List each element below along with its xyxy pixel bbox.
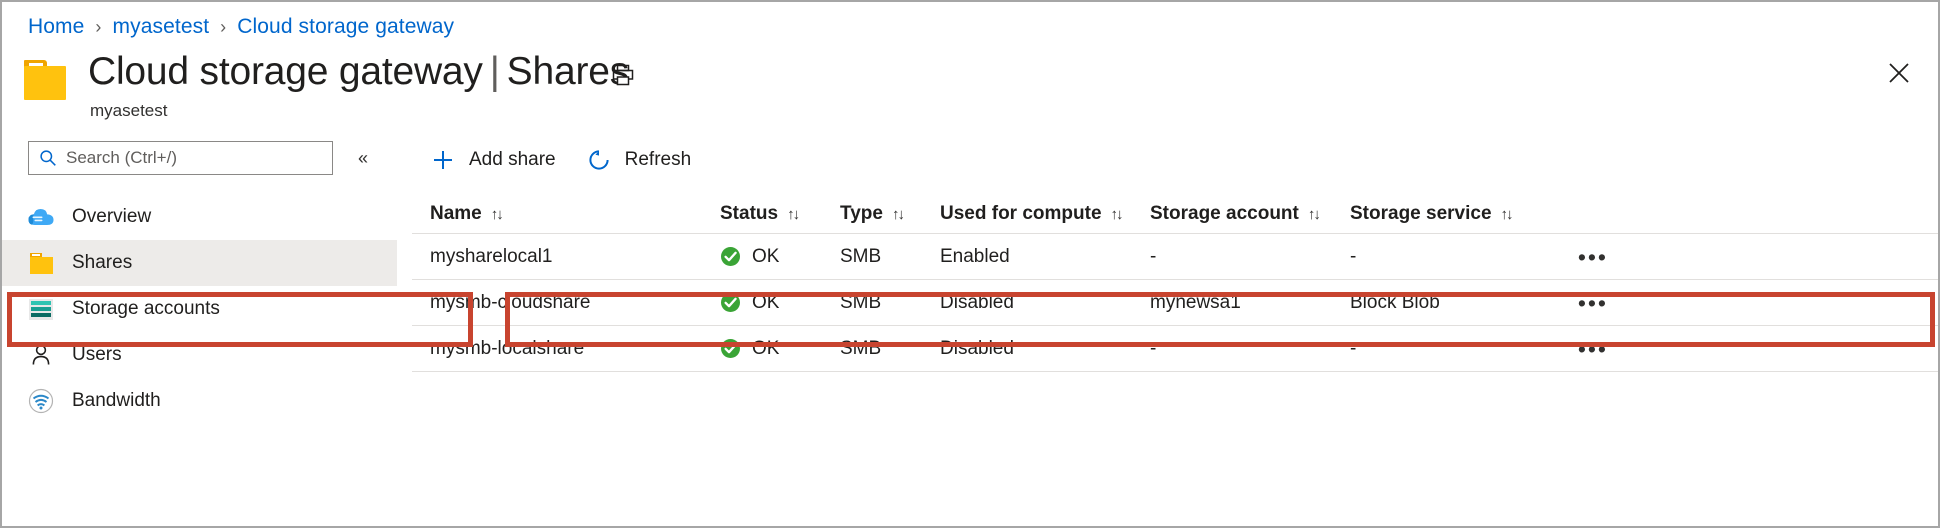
ellipsis-icon[interactable]: •••: [1578, 344, 1608, 354]
sidebar-item-storage-accounts[interactable]: Storage accounts: [2, 286, 397, 332]
bandwidth-icon: [28, 388, 54, 414]
sidebar-nav-list: Overview Shares Storage accounts: [2, 194, 397, 424]
folder-icon: [28, 250, 54, 276]
search-placeholder: Search (Ctrl+/): [66, 148, 177, 168]
sidebar-search-row: Search (Ctrl+/) «: [28, 141, 376, 175]
column-header-status[interactable]: Status ↑↓: [720, 203, 840, 225]
azure-portal-shares-blade: Home › myasetest › Cloud storage gateway…: [0, 0, 1940, 528]
shares-table: Name ↑↓ Status ↑↓ Type ↑↓ Used for compu…: [412, 188, 1938, 372]
toolbar: Add share Refresh: [430, 140, 721, 180]
print-icon[interactable]: [606, 58, 640, 92]
search-icon: [39, 149, 57, 167]
check-circle-icon: [720, 246, 741, 267]
sidebar-item-label: Storage accounts: [72, 298, 220, 320]
sidebar-item-label: Users: [72, 344, 122, 366]
column-header-name[interactable]: Name ↑↓: [430, 203, 720, 225]
cell-type: SMB: [840, 338, 940, 360]
breadcrumb: Home › myasetest › Cloud storage gateway: [28, 12, 454, 42]
column-header-type[interactable]: Type ↑↓: [840, 203, 940, 225]
cell-status: OK: [720, 246, 840, 268]
folder-icon: [24, 60, 66, 100]
close-icon[interactable]: [1882, 56, 1916, 90]
page-title: Cloud storage gateway|Shares: [88, 50, 629, 94]
add-share-button[interactable]: Add share: [430, 140, 556, 180]
sidebar-item-overview[interactable]: Overview: [2, 194, 397, 240]
row-actions-button[interactable]: •••: [1530, 344, 1630, 354]
page-subtitle: myasetest: [90, 101, 629, 121]
refresh-label: Refresh: [625, 149, 692, 171]
cell-storage-service: -: [1350, 246, 1530, 268]
sort-icon[interactable]: ↑↓: [892, 206, 903, 223]
sidebar-item-shares[interactable]: Shares: [2, 240, 397, 286]
table-row[interactable]: mysmb-localshare OK SMB Disabled - - •••: [412, 326, 1938, 372]
cell-status: OK: [720, 338, 840, 360]
refresh-icon: [586, 147, 612, 173]
cell-type: SMB: [840, 246, 940, 268]
breadcrumb-item-home[interactable]: Home: [28, 15, 84, 39]
sidebar-item-label: Bandwidth: [72, 390, 161, 412]
cell-name[interactable]: mysmb-localshare: [430, 338, 720, 360]
cell-storage-account: -: [1150, 246, 1350, 268]
sort-icon[interactable]: ↑↓: [1308, 206, 1319, 223]
cell-name[interactable]: mysmb-cloudshare: [430, 292, 720, 314]
status-badge: OK: [752, 292, 779, 314]
cloud-icon: [28, 204, 54, 230]
status-badge: OK: [752, 338, 779, 360]
ellipsis-icon[interactable]: •••: [1578, 252, 1608, 262]
cell-type: SMB: [840, 292, 940, 314]
breadcrumb-item-myasetest[interactable]: myasetest: [113, 15, 210, 39]
main-content: Add share Refresh Name ↑↓ Sta: [412, 132, 1938, 526]
sort-icon[interactable]: ↑↓: [1501, 206, 1512, 223]
table-header-row: Name ↑↓ Status ↑↓ Type ↑↓ Used for compu…: [412, 188, 1938, 234]
plus-icon: [430, 147, 456, 173]
cell-storage-account: -: [1150, 338, 1350, 360]
cell-used-for-compute: Disabled: [940, 292, 1150, 314]
page-header: Cloud storage gateway|Shares myasetest: [24, 50, 629, 121]
status-badge: OK: [752, 246, 779, 268]
column-header-storage-service[interactable]: Storage service ↑↓: [1350, 203, 1530, 225]
check-circle-icon: [720, 338, 741, 359]
breadcrumb-separator-icon: ›: [220, 17, 226, 38]
sort-icon[interactable]: ↑↓: [491, 206, 502, 223]
cell-storage-service: -: [1350, 338, 1530, 360]
row-actions-button[interactable]: •••: [1530, 252, 1630, 262]
sidebar-item-label: Overview: [72, 206, 151, 228]
sidebar: Search (Ctrl+/) « Overview: [2, 132, 397, 528]
table-row[interactable]: mysmb-cloudshare OK SMB Disabled mynewsa…: [412, 280, 1938, 326]
sidebar-item-users[interactable]: Users: [2, 332, 397, 378]
person-icon: [28, 342, 54, 368]
ellipsis-icon[interactable]: •••: [1578, 298, 1608, 308]
refresh-button[interactable]: Refresh: [586, 140, 692, 180]
cell-storage-account: mynewsa1: [1150, 292, 1350, 314]
table-row[interactable]: mysharelocal1 OK SMB Enabled - - •••: [412, 234, 1938, 280]
check-circle-icon: [720, 292, 741, 313]
breadcrumb-separator-icon: ›: [95, 17, 101, 38]
add-share-label: Add share: [469, 149, 556, 171]
page-title-resource: Cloud storage gateway: [88, 50, 483, 93]
storage-icon: [28, 296, 54, 322]
cell-storage-service: Block Blob: [1350, 292, 1530, 314]
collapse-sidebar-icon[interactable]: «: [350, 145, 376, 171]
cell-status: OK: [720, 292, 840, 314]
sort-icon[interactable]: ↑↓: [1111, 206, 1122, 223]
page-title-divider: |: [490, 50, 500, 93]
breadcrumb-item-cloud-storage-gateway[interactable]: Cloud storage gateway: [237, 15, 454, 39]
cell-used-for-compute: Disabled: [940, 338, 1150, 360]
sidebar-item-bandwidth[interactable]: Bandwidth: [2, 378, 397, 424]
sort-icon[interactable]: ↑↓: [787, 206, 798, 223]
row-actions-button[interactable]: •••: [1530, 298, 1630, 308]
column-header-storage-account[interactable]: Storage account ↑↓: [1150, 203, 1350, 225]
cell-name[interactable]: mysharelocal1: [430, 246, 720, 268]
column-header-used-for-compute[interactable]: Used for compute ↑↓: [940, 203, 1150, 225]
search-input[interactable]: Search (Ctrl+/): [28, 141, 333, 175]
sidebar-item-label: Shares: [72, 252, 132, 274]
cell-used-for-compute: Enabled: [940, 246, 1150, 268]
